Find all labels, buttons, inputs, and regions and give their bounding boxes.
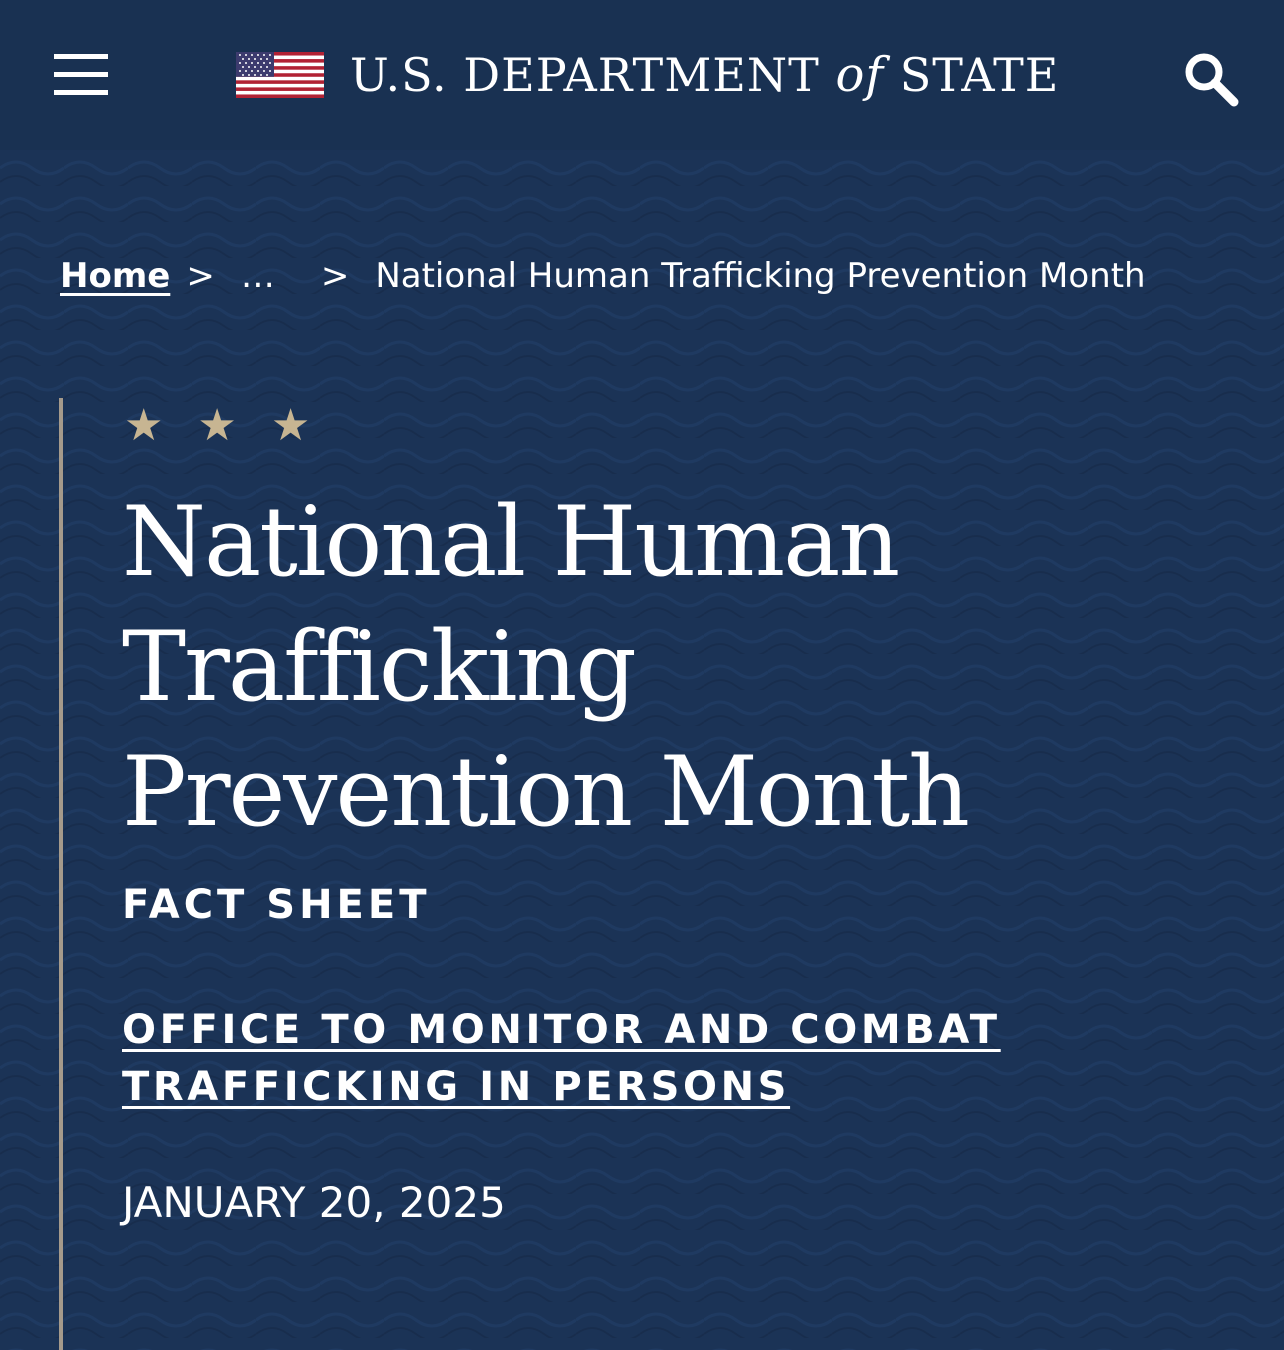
breadcrumb-separator: > [186,256,215,296]
breadcrumb-separator: > [320,256,350,296]
breadcrumb-home-link[interactable]: Home [60,256,170,296]
publish-date: JANUARY 20, 2025 [122,1178,506,1227]
decorative-stars-icon: ★ ★ ★ [124,400,321,451]
article-hero: Home > … > National Human Trafficking Pr… [0,150,1284,1350]
site-title-of: of [835,47,885,103]
site-header: U.S. DEPARTMENT of STATE [0,0,1284,150]
hamburger-menu-icon[interactable] [54,54,108,98]
breadcrumb-current: National Human Trafficking Prevention Mo… [375,256,1146,296]
site-logo[interactable]: U.S. DEPARTMENT of STATE [236,40,1059,110]
us-flag-icon [236,52,324,98]
site-title-prefix: U.S. DEPARTMENT [350,48,820,102]
page-title: National Human Trafficking Prevention Mo… [122,486,970,848]
site-title-suffix: STATE [899,48,1060,102]
office-link[interactable]: OFFICE TO MONITOR AND COMBAT TRAFFICKING… [122,1002,1022,1116]
breadcrumb: Home > … > National Human Trafficking Pr… [60,256,1146,296]
breadcrumb-ellipsis[interactable]: … [241,256,275,296]
site-title: U.S. DEPARTMENT of STATE [350,47,1059,103]
search-icon[interactable] [1182,50,1240,108]
article-left-rule [59,398,63,1350]
article-type-label: FACT SHEET [122,882,431,928]
